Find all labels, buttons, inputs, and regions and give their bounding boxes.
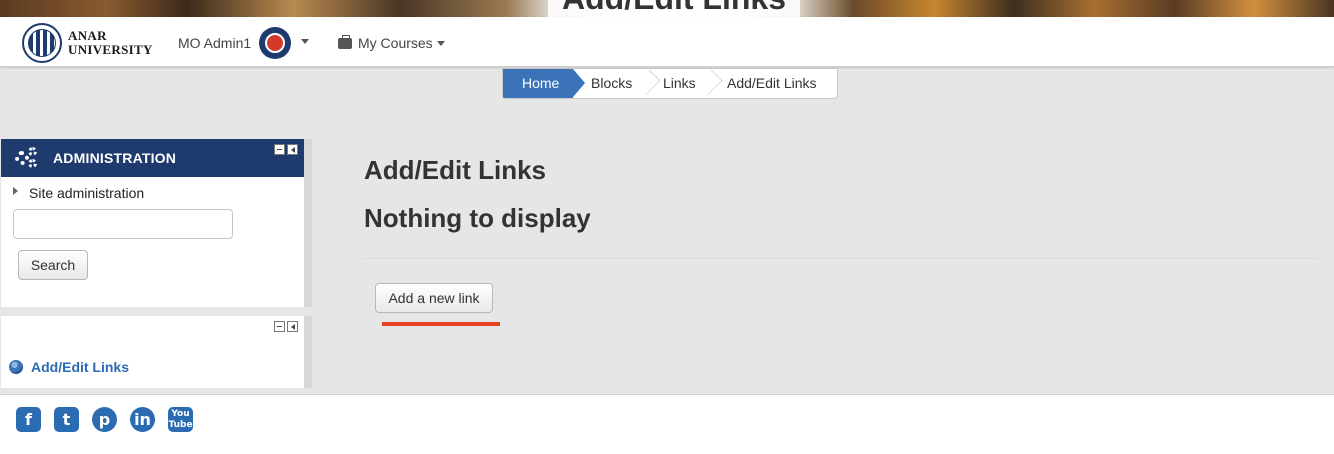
search-button[interactable]: Search: [18, 250, 88, 280]
divider: [364, 258, 1318, 259]
block-controls: [274, 321, 298, 332]
dock-icon[interactable]: [287, 144, 298, 155]
block-controls: [274, 144, 298, 155]
my-courses-label: My Courses: [358, 35, 433, 51]
admin-search-input[interactable]: [13, 209, 233, 239]
minimize-icon[interactable]: [274, 321, 285, 332]
main-content: Add/Edit Links Nothing to display Add a …: [364, 150, 1318, 326]
empty-message: Nothing to display: [364, 203, 591, 233]
breadcrumb: Home Blocks Links Add/Edit Links: [502, 68, 838, 99]
breadcrumb-home[interactable]: Home: [503, 69, 585, 98]
university-logo[interactable]: ANAR UNIVERSITY: [22, 23, 153, 63]
pinterest-icon[interactable]: p: [92, 407, 117, 432]
caret-right-icon: [13, 187, 18, 195]
logo-text: ANAR UNIVERSITY: [68, 29, 153, 57]
logo-line-1: ANAR: [68, 28, 107, 43]
links-item-label: Add/Edit Links: [31, 359, 129, 375]
university-seal-icon: [22, 23, 62, 63]
administration-block: ADMINISTRATION Site administration Searc…: [1, 139, 312, 307]
footer: f t p in You Tube: [0, 394, 1334, 454]
logo-line-2: UNIVERSITY: [68, 42, 153, 57]
facebook-icon[interactable]: f: [16, 407, 41, 432]
chevron-down-icon: [301, 38, 310, 44]
briefcase-icon: [338, 34, 352, 49]
breadcrumb-current: Add/Edit Links: [727, 75, 817, 91]
add-new-link-button[interactable]: Add a new link: [375, 283, 493, 313]
administration-header: ADMINISTRATION: [1, 139, 304, 177]
dock-icon[interactable]: [287, 321, 298, 332]
page-title: Add/Edit Links: [364, 155, 546, 185]
avatar: [259, 27, 292, 59]
administration-body: Site administration Search: [1, 177, 304, 280]
add-edit-links-link[interactable]: Add/Edit Links: [9, 359, 129, 375]
highlight-underline: [382, 322, 500, 326]
gears-icon: [15, 147, 37, 169]
globe-icon: [9, 360, 23, 374]
banner-page-title: Add/Edit Links: [548, 0, 800, 17]
user-menu[interactable]: MO Admin1: [178, 27, 310, 59]
minimize-icon[interactable]: [274, 144, 285, 155]
my-courses-menu[interactable]: My Courses: [338, 34, 445, 51]
header-banner: Add/Edit Links: [0, 0, 1334, 17]
top-navbar: ANAR UNIVERSITY MO Admin1 My Courses: [0, 17, 1334, 67]
youtube-icon[interactable]: You Tube: [168, 407, 193, 432]
tree-item-site-administration[interactable]: Site administration: [13, 185, 304, 201]
administration-title: ADMINISTRATION: [53, 150, 177, 166]
user-name: MO Admin1: [178, 35, 252, 51]
social-links: f t p in You Tube: [16, 407, 193, 432]
links-block: Add/Edit Links: [1, 316, 312, 388]
linkedin-icon[interactable]: in: [130, 407, 155, 432]
twitter-icon[interactable]: t: [54, 407, 79, 432]
chevron-down-icon: [436, 40, 445, 46]
tree-item-label: Site administration: [29, 185, 145, 201]
